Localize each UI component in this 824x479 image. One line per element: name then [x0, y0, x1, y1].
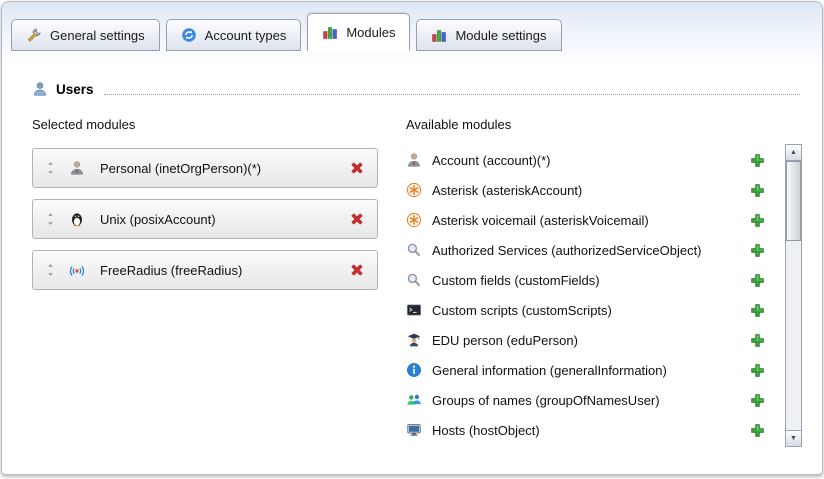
chart-icon [322, 24, 338, 40]
available-module-account: Account (account)(*) [406, 145, 777, 175]
available-modules-column: Available modules Account (account)(*) A… [406, 117, 802, 447]
section-title: Users [56, 82, 94, 97]
tab-modules[interactable]: Modules [307, 13, 410, 51]
module-label: Custom scripts (customScripts) [432, 303, 750, 318]
terminal-icon [406, 302, 422, 318]
scroll-down-icon[interactable]: ▼ [786, 430, 801, 446]
asterisk-icon [406, 182, 422, 198]
available-modules-header: Available modules [406, 117, 777, 132]
tab-label: Module settings [455, 28, 546, 43]
available-modules-list: Account (account)(*) Asterisk (asteriskA… [406, 145, 777, 445]
tab-module-settings[interactable]: Module settings [416, 19, 561, 51]
user-icon [32, 81, 48, 97]
module-label: Groups of names (groupOfNamesUser) [432, 393, 750, 408]
add-icon[interactable] [750, 153, 765, 168]
available-module-custom-scripts: Custom scripts (customScripts) [406, 295, 777, 325]
tab-label: General settings [50, 28, 145, 43]
dotted-divider [104, 93, 800, 95]
module-label: Unix (posixAccount) [100, 212, 216, 227]
tab-label: Account types [205, 28, 287, 43]
add-icon[interactable] [750, 273, 765, 288]
add-icon[interactable] [750, 243, 765, 258]
chart-icon [431, 27, 447, 43]
available-modules-wrap: Available modules Account (account)(*) A… [406, 117, 777, 447]
available-module-general-information: General information (generalInformation) [406, 355, 777, 385]
module-label: Custom fields (customFields) [432, 273, 750, 288]
add-icon[interactable] [750, 423, 765, 438]
penguin-icon [69, 211, 85, 227]
module-label: General information (generalInformation) [432, 363, 750, 378]
selected-module-freeradius[interactable]: FreeRadius (freeRadius) [32, 250, 378, 290]
scroll-up-icon[interactable]: ▲ [786, 145, 801, 161]
tab-general-settings[interactable]: General settings [11, 19, 160, 51]
delete-icon[interactable] [349, 160, 365, 176]
lam-config-panel: General settings Account types Modules M… [1, 1, 823, 475]
info-icon [406, 362, 422, 378]
tab-account-types[interactable]: Account types [166, 19, 302, 51]
selected-modules-column: Selected modules Personal (inetOrgPerson… [32, 117, 378, 447]
magnifier-icon [406, 272, 422, 288]
add-icon[interactable] [750, 333, 765, 348]
tools-icon [26, 27, 42, 43]
scrollbar-thumb[interactable] [786, 161, 801, 241]
module-label: Authorized Services (authorizedServiceOb… [432, 243, 750, 258]
tab-bar: General settings Account types Modules M… [2, 2, 822, 51]
available-module-hosts: Hosts (hostObject) [406, 415, 777, 445]
available-module-edu-person: EDU person (eduPerson) [406, 325, 777, 355]
users-section-header: Users [32, 81, 800, 97]
graduate-icon [406, 332, 422, 348]
module-label: Asterisk voicemail (asteriskVoicemail) [432, 213, 750, 228]
available-module-custom-fields: Custom fields (customFields) [406, 265, 777, 295]
person-icon [406, 152, 422, 168]
module-label: EDU person (eduPerson) [432, 333, 750, 348]
delete-icon[interactable] [349, 262, 365, 278]
add-icon[interactable] [750, 393, 765, 408]
module-label: Personal (inetOrgPerson)(*) [100, 161, 261, 176]
computer-icon [406, 422, 422, 438]
add-icon[interactable] [750, 183, 765, 198]
selected-module-personal[interactable]: Personal (inetOrgPerson)(*) [32, 148, 378, 188]
available-module-asterisk-voicemail: Asterisk voicemail (asteriskVoicemail) [406, 205, 777, 235]
vertical-scrollbar[interactable]: ▲ ▼ [785, 144, 802, 447]
modules-columns: Selected modules Personal (inetOrgPerson… [32, 117, 802, 447]
available-module-asterisk: Asterisk (asteriskAccount) [406, 175, 777, 205]
selected-modules-header: Selected modules [32, 117, 378, 132]
tab-label: Modules [346, 25, 395, 40]
available-module-groups-of-names: Groups of names (groupOfNamesUser) [406, 385, 777, 415]
antenna-icon [69, 262, 85, 278]
add-icon[interactable] [750, 363, 765, 378]
refresh-icon [181, 27, 197, 43]
drag-handle-icon[interactable] [45, 161, 56, 175]
add-icon[interactable] [750, 303, 765, 318]
selected-modules-list: Personal (inetOrgPerson)(*) Unix (posixA… [32, 148, 378, 290]
add-icon[interactable] [750, 213, 765, 228]
module-label: FreeRadius (freeRadius) [100, 263, 242, 278]
group-icon [406, 392, 422, 408]
scrollbar-track[interactable] [786, 161, 801, 430]
drag-handle-icon[interactable] [45, 212, 56, 226]
module-label: Asterisk (asteriskAccount) [432, 183, 750, 198]
delete-icon[interactable] [349, 211, 365, 227]
person-icon [69, 160, 85, 176]
available-module-authorized-services: Authorized Services (authorizedServiceOb… [406, 235, 777, 265]
magnifier-icon [406, 242, 422, 258]
asterisk-icon [406, 212, 422, 228]
selected-module-unix[interactable]: Unix (posixAccount) [32, 199, 378, 239]
drag-handle-icon[interactable] [45, 263, 56, 277]
module-label: Account (account)(*) [432, 153, 750, 168]
module-label: Hosts (hostObject) [432, 423, 750, 438]
